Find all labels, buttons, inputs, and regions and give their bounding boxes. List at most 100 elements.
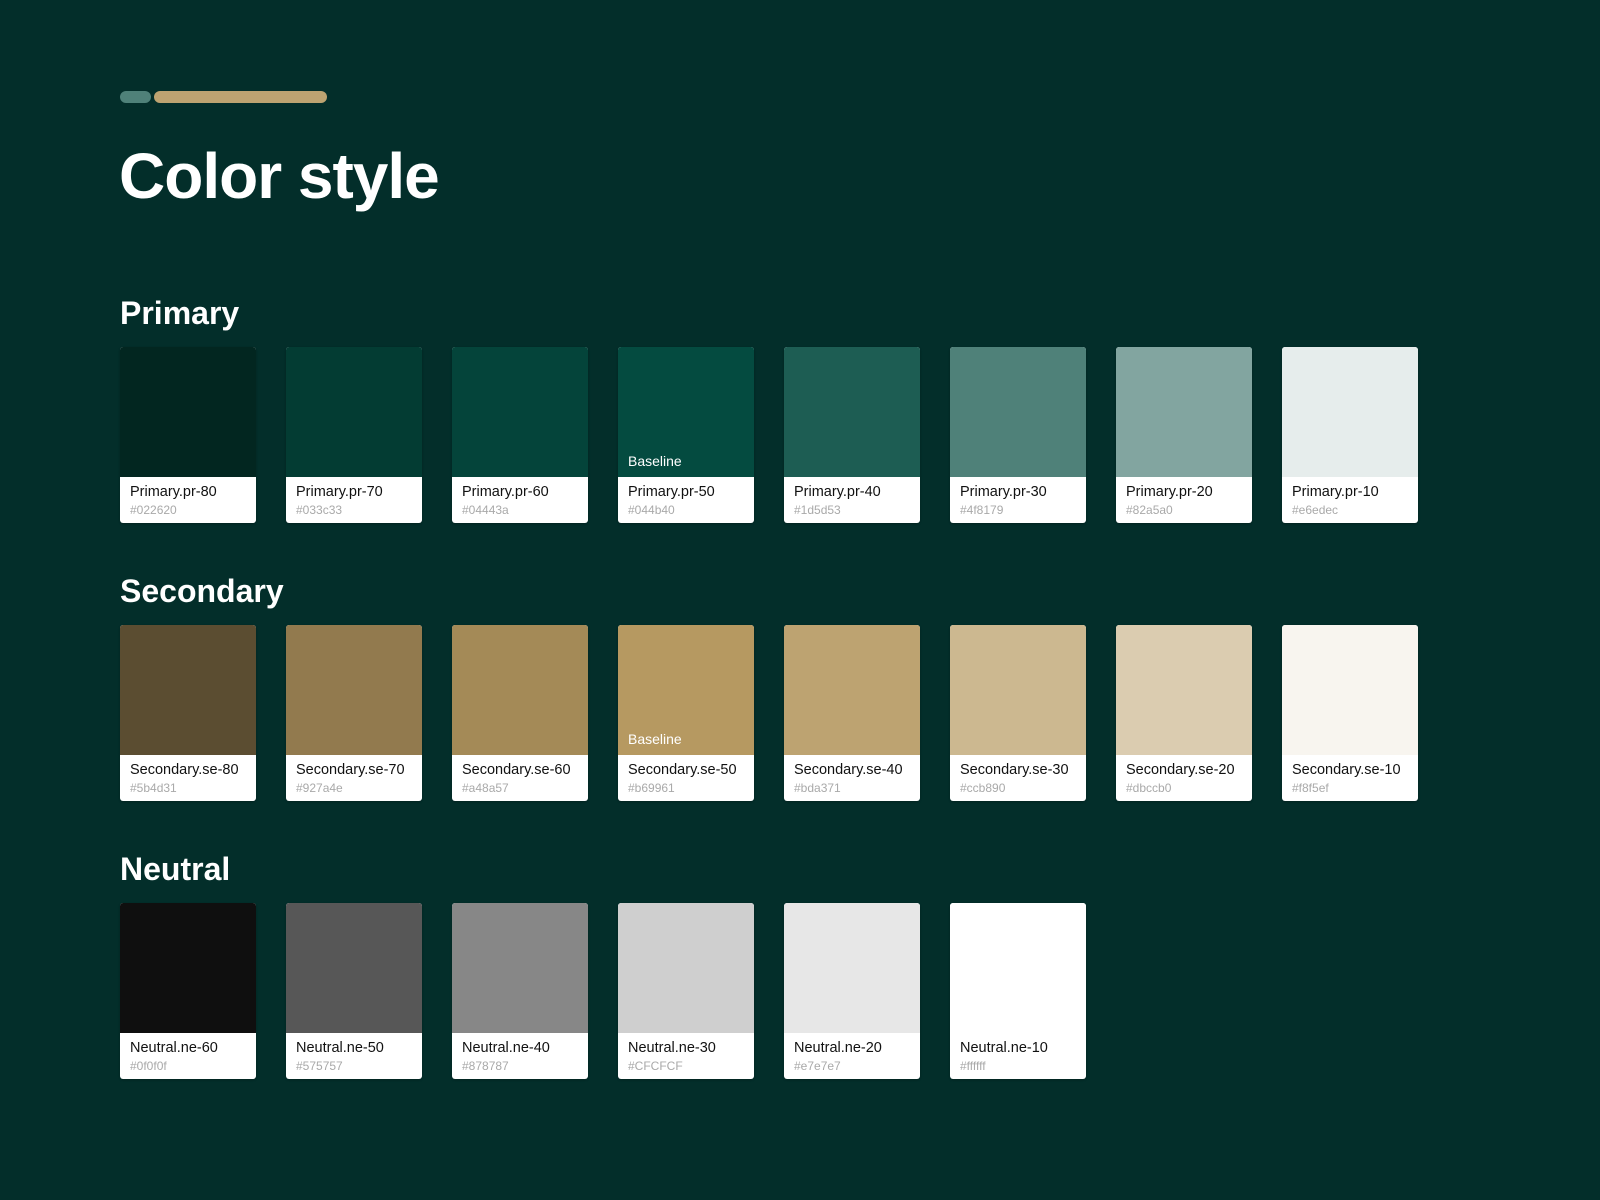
swatch-hex: #575757 — [296, 1059, 343, 1073]
swatch-name: Primary.pr-60 — [462, 484, 549, 500]
swatch-name: Neutral.ne-20 — [794, 1040, 882, 1056]
swatch-hex: #dbccb0 — [1126, 781, 1172, 795]
color-chip — [784, 347, 920, 477]
color-chip — [286, 347, 422, 477]
swatch-name: Neutral.ne-50 — [296, 1040, 384, 1056]
swatch-hex: #4f8179 — [960, 503, 1004, 517]
swatch-name: Secondary.se-70 — [296, 762, 405, 778]
swatch-hex: #CFCFCF — [628, 1059, 683, 1073]
color-swatch-card[interactable]: Secondary.se-30 #ccb890 — [950, 625, 1086, 801]
swatch-name: Primary.pr-50 — [628, 484, 715, 500]
color-swatch-card[interactable]: Neutral.ne-50 #575757 — [286, 903, 422, 1079]
page-title: Color style — [119, 140, 440, 212]
color-swatch-card[interactable]: Neutral.ne-60 #0f0f0f — [120, 903, 256, 1079]
accent-bar-teal — [120, 91, 151, 103]
swatch-hex: #ffffff — [960, 1059, 986, 1073]
section-neutral: Neutral Neutral.ne-60 #0f0f0f Neutral.ne-50… — [120, 849, 1116, 1079]
color-chip: Baseline — [618, 347, 754, 477]
color-swatch-card[interactable]: Neutral.ne-20 #e7e7e7 — [784, 903, 920, 1079]
swatch-name: Primary.pr-70 — [296, 484, 383, 500]
swatch-hex: #e7e7e7 — [794, 1059, 841, 1073]
section-title: Secondary — [120, 573, 284, 609]
color-chip — [1116, 347, 1252, 477]
swatch-name: Secondary.se-80 — [130, 762, 239, 778]
color-chip — [120, 347, 256, 477]
color-chip — [120, 903, 256, 1033]
color-swatch-card[interactable]: Secondary.se-10 #f8f5ef — [1282, 625, 1418, 801]
swatch-name: Neutral.ne-30 — [628, 1040, 716, 1056]
baseline-label: Baseline — [628, 453, 682, 469]
color-chip — [618, 903, 754, 1033]
color-swatch-card[interactable]: Secondary.se-60 #a48a57 — [452, 625, 588, 801]
swatch-name: Neutral.ne-10 — [960, 1040, 1048, 1056]
swatch-name: Primary.pr-80 — [130, 484, 217, 500]
swatch-name: Secondary.se-50 — [628, 762, 737, 778]
color-swatch-card[interactable]: Baseline Secondary.se-50 #b69961 — [618, 625, 754, 801]
section-title: Primary — [120, 295, 240, 331]
swatch-hex: #bda371 — [794, 781, 841, 795]
swatch-hex: #b69961 — [628, 781, 675, 795]
swatch-row: Neutral.ne-60 #0f0f0f Neutral.ne-50 #575757… — [120, 903, 1116, 1079]
swatch-hex: #022620 — [130, 503, 177, 517]
swatch-name: Secondary.se-10 — [1292, 762, 1401, 778]
swatch-hex: #1d5d53 — [794, 503, 841, 517]
swatch-name: Secondary.se-30 — [960, 762, 1069, 778]
color-swatch-card[interactable]: Secondary.se-40 #bda371 — [784, 625, 920, 801]
color-chip: Baseline — [618, 625, 754, 755]
swatch-row: Primary.pr-80 #022620 Primary.pr-70 #033c33… — [120, 347, 1448, 523]
swatch-hex: #a48a57 — [462, 781, 509, 795]
accent-bar-gold — [154, 91, 327, 103]
color-chip — [452, 625, 588, 755]
swatch-name: Neutral.ne-60 — [130, 1040, 218, 1056]
color-swatch-card[interactable]: Neutral.ne-10 #ffffff — [950, 903, 1086, 1079]
color-swatch-card[interactable]: Primary.pr-40 #1d5d53 — [784, 347, 920, 523]
swatch-hex: #927a4e — [296, 781, 343, 795]
color-chip — [950, 347, 1086, 477]
section-secondary: Secondary Secondary.se-80 #5b4d31 Secondary… — [120, 571, 1448, 801]
color-chip — [950, 625, 1086, 755]
swatch-row: Secondary.se-80 #5b4d31 Secondary.se-70 #92… — [120, 625, 1448, 801]
color-swatch-card[interactable]: Primary.pr-80 #022620 — [120, 347, 256, 523]
swatch-hex: #e6edec — [1292, 503, 1339, 517]
baseline-label: Baseline — [628, 731, 682, 747]
color-chip — [784, 903, 920, 1033]
swatch-hex: #82a5a0 — [1126, 503, 1173, 517]
swatch-name: Neutral.ne-40 — [462, 1040, 550, 1056]
color-swatch-card[interactable]: Primary.pr-30 #4f8179 — [950, 347, 1086, 523]
color-swatch-card[interactable]: Secondary.se-80 #5b4d31 — [120, 625, 256, 801]
swatch-hex: #ccb890 — [960, 781, 1006, 795]
swatch-name: Primary.pr-10 — [1292, 484, 1379, 500]
section-title: Neutral — [120, 851, 231, 887]
color-swatch-card[interactable]: Secondary.se-70 #927a4e — [286, 625, 422, 801]
color-swatch-card[interactable]: Primary.pr-70 #033c33 — [286, 347, 422, 523]
color-chip — [286, 903, 422, 1033]
color-swatch-card[interactable]: Neutral.ne-40 #878787 — [452, 903, 588, 1079]
color-chip — [286, 625, 422, 755]
swatch-name: Primary.pr-20 — [1126, 484, 1213, 500]
color-swatch-card[interactable]: Primary.pr-60 #04443a — [452, 347, 588, 523]
swatch-name: Primary.pr-40 — [794, 484, 881, 500]
color-chip — [452, 903, 588, 1033]
color-swatch-card[interactable]: Primary.pr-10 #e6edec — [1282, 347, 1418, 523]
color-swatch-card[interactable]: Secondary.se-20 #dbccb0 — [1116, 625, 1252, 801]
color-chip — [1282, 625, 1418, 755]
swatch-hex: #04443a — [462, 503, 509, 517]
swatch-name: Secondary.se-60 — [462, 762, 571, 778]
swatch-name: Secondary.se-20 — [1126, 762, 1235, 778]
color-swatch-card[interactable]: Baseline Primary.pr-50 #044b40 — [618, 347, 754, 523]
swatch-hex: #878787 — [462, 1059, 509, 1073]
color-chip — [950, 903, 1086, 1033]
color-swatch-card[interactable]: Neutral.ne-30 #CFCFCF — [618, 903, 754, 1079]
swatch-hex: #044b40 — [628, 503, 675, 517]
swatch-hex: #5b4d31 — [130, 781, 177, 795]
color-chip — [784, 625, 920, 755]
color-swatch-card[interactable]: Primary.pr-20 #82a5a0 — [1116, 347, 1252, 523]
swatch-hex: #f8f5ef — [1292, 781, 1329, 795]
color-chip — [1282, 347, 1418, 477]
color-chip — [120, 625, 256, 755]
swatch-hex: #0f0f0f — [130, 1059, 167, 1073]
swatch-hex: #033c33 — [296, 503, 343, 517]
swatch-name: Primary.pr-30 — [960, 484, 1047, 500]
color-chip — [452, 347, 588, 477]
section-primary: Primary Primary.pr-80 #022620 Primary.pr-70… — [120, 293, 1448, 523]
